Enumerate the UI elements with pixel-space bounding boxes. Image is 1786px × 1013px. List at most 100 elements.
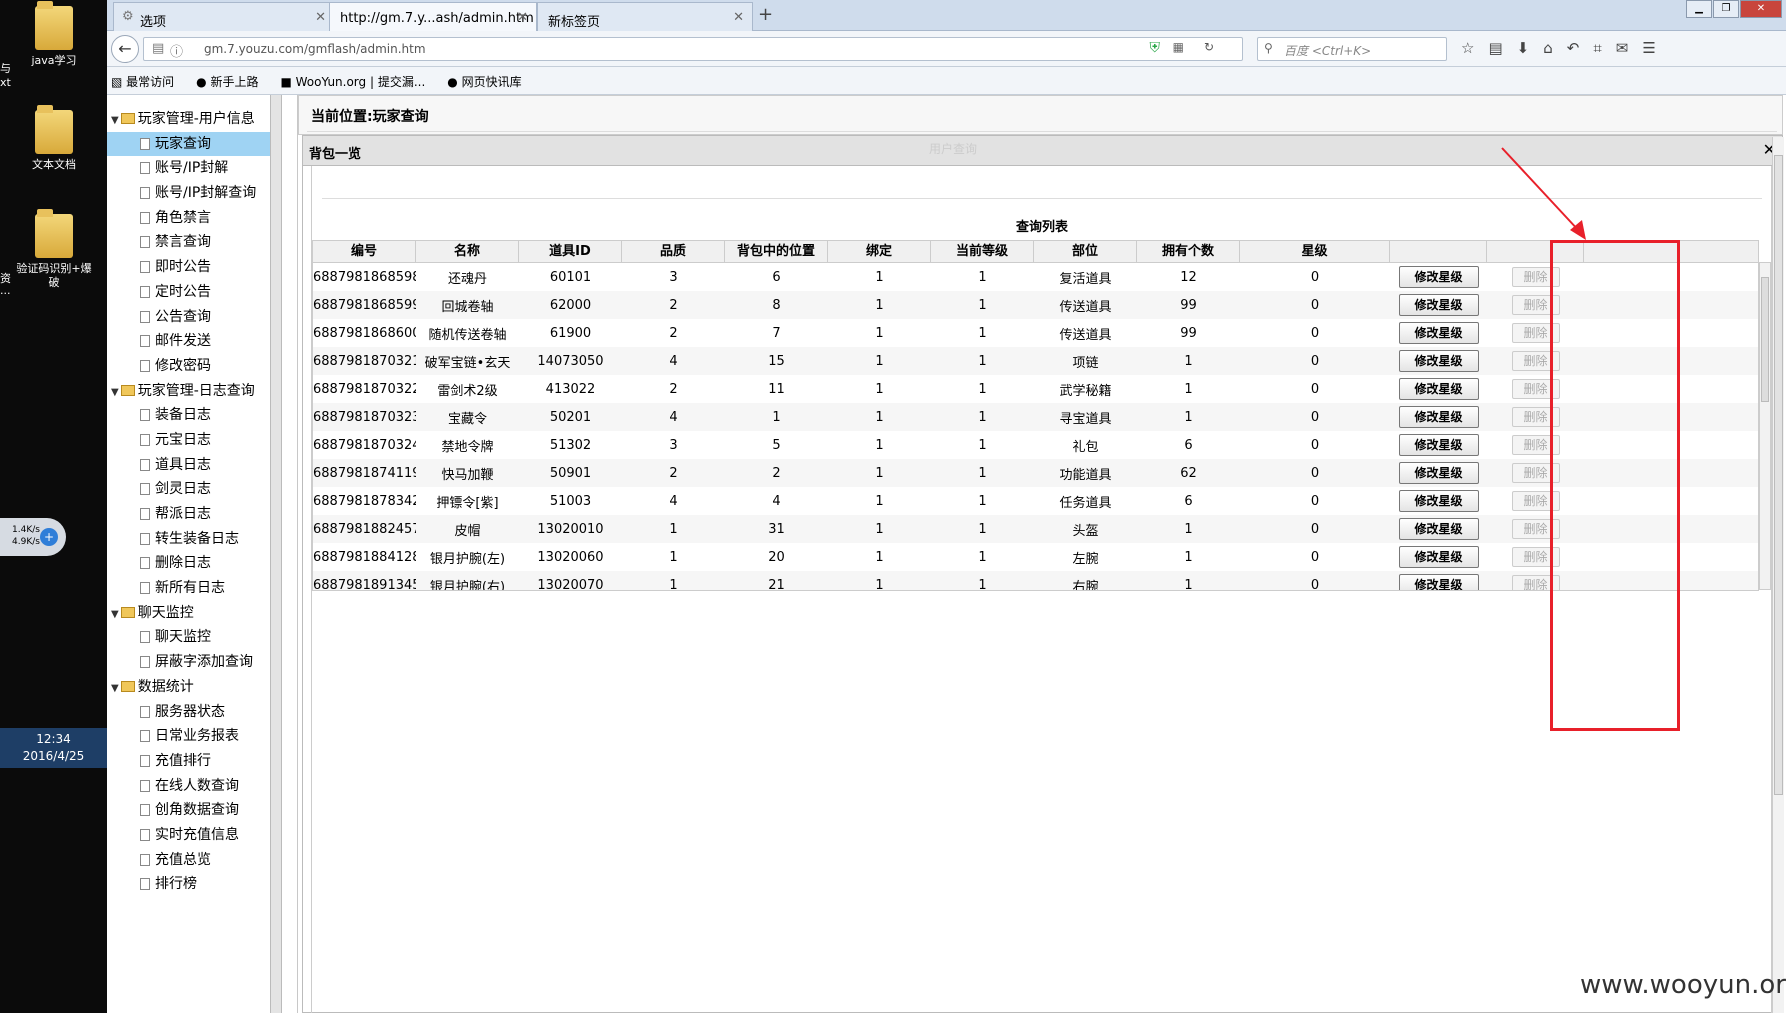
reload-icon[interactable]: ↻	[1204, 40, 1214, 54]
tab-admin[interactable]: http://gm.7.y...ash/admin.htm ✕	[329, 2, 537, 31]
bookmark-web-slices[interactable]: ● 网页快讯库	[447, 73, 521, 94]
tab-newtab[interactable]: 新标签页 ✕	[537, 2, 753, 31]
scrollbar-thumb[interactable]	[1774, 155, 1783, 795]
desktop-folder-java[interactable]: java学习	[14, 1, 94, 68]
frame-splitter[interactable]	[282, 95, 294, 1013]
tree-item[interactable]: 删除日志	[107, 551, 270, 576]
edit-star-button[interactable]: 修改星级	[1398, 574, 1479, 590]
edit-star-button[interactable]: 修改星级	[1398, 266, 1479, 288]
home-icon[interactable]: ⌂	[1543, 39, 1553, 57]
edit-star-button[interactable]: 修改星级	[1398, 322, 1479, 344]
edit-star-button[interactable]: 修改星级	[1398, 294, 1479, 316]
tree-item[interactable]: 排行榜	[107, 872, 270, 897]
tree-item[interactable]: 邮件发送	[107, 329, 270, 354]
bookmark-wooyun[interactable]: ■ WooYun.org | 提交漏...	[280, 73, 425, 94]
download-icon[interactable]: ⬇	[1517, 39, 1530, 57]
tree-folder[interactable]: ▼ 数据统计	[107, 675, 270, 700]
tree-item[interactable]: 新所有日志	[107, 576, 270, 601]
edit-star-button[interactable]: 修改星级	[1398, 434, 1479, 456]
maximize-button[interactable]: ❐	[1713, 0, 1739, 18]
tree-item[interactable]: 充值总览	[107, 848, 270, 873]
tree-scrollbar[interactable]	[270, 95, 282, 1013]
tree-item[interactable]: 修改密码	[107, 354, 270, 379]
table-cell: 0	[1310, 577, 1320, 591]
tree-item[interactable]: 账号/IP封解查询	[107, 181, 270, 206]
tree-item[interactable]: 转生装备日志	[107, 527, 270, 552]
scrollbar-thumb[interactable]	[1761, 277, 1769, 402]
tab-bar: ⚙ 选项 ✕ http://gm.7.y...ash/admin.htm ✕ 新…	[107, 0, 1786, 31]
minimize-button[interactable]: ▁	[1686, 0, 1712, 18]
table-cell: 银月护腕(右)	[429, 579, 506, 591]
edit-star-button[interactable]: 修改星级	[1398, 378, 1479, 400]
table-cell: 传送道具	[1059, 327, 1112, 343]
edit-star-button[interactable]: 修改星级	[1398, 546, 1479, 568]
search-input[interactable]: ⚲ 百度 <Ctrl+K>	[1257, 37, 1447, 61]
tree-item[interactable]: 帮派日志	[107, 502, 270, 527]
page-scrollbar[interactable]	[1772, 137, 1784, 1013]
tree-item[interactable]: 道具日志	[107, 453, 270, 478]
menu-icon[interactable]: ☰	[1642, 39, 1655, 57]
qr-code-icon[interactable]: ▦	[1173, 40, 1184, 54]
tree-item[interactable]: 公告查询	[107, 305, 270, 330]
tree-folder[interactable]: ▼ 聊天监控	[107, 601, 270, 626]
back-button[interactable]: ←	[111, 35, 139, 63]
tree-item[interactable]: 日常业务报表	[107, 724, 270, 749]
tree-item[interactable]: 聊天监控	[107, 625, 270, 650]
desktop-edge-text: xt	[0, 76, 11, 89]
edit-star-button[interactable]: 修改星级	[1398, 518, 1479, 540]
network-speed-widget[interactable]: 1.4K/s 4.9K/s +	[0, 518, 66, 556]
tree-item[interactable]: 定时公告	[107, 280, 270, 305]
close-icon[interactable]: ✕	[517, 10, 528, 25]
tree-item[interactable]: 在线人数查询	[107, 774, 270, 799]
chevron-down-icon[interactable]: ▼	[111, 683, 119, 694]
table-scrollbar[interactable]	[1759, 262, 1771, 590]
bookmark-most-visited[interactable]: ▧ 最常访问	[111, 73, 174, 94]
close-icon[interactable]: ✕	[315, 10, 326, 25]
tab-options[interactable]: ⚙ 选项 ✕	[113, 2, 335, 31]
tree-item[interactable]: 屏蔽字添加查询	[107, 650, 270, 675]
tree-item[interactable]: 账号/IP封解	[107, 156, 270, 181]
star-icon[interactable]: ☆	[1461, 39, 1474, 57]
tree-item[interactable]: 角色禁言	[107, 206, 270, 231]
tree-item[interactable]: 元宝日志	[107, 428, 270, 453]
chevron-down-icon[interactable]: ▼	[111, 115, 119, 126]
url-bar[interactable]: ▤ ⓘ gm.7.youzu.com/gmflash/admin.htm ⛨ ▦…	[143, 37, 1243, 61]
tree-item[interactable]: 装备日志	[107, 403, 270, 428]
tree-folder[interactable]: ▼ 玩家管理-用户信息	[107, 107, 270, 132]
undo-icon[interactable]: ↶	[1567, 39, 1580, 57]
chevron-down-icon[interactable]: ▼	[111, 387, 119, 398]
reading-list-icon[interactable]: ▤	[1488, 39, 1502, 57]
nav-bar: ← ▤ ⓘ gm.7.youzu.com/gmflash/admin.htm ⛨…	[107, 31, 1786, 67]
shield-icon[interactable]: ⛨	[1150, 40, 1161, 56]
new-tab-plus-icon[interactable]: +	[758, 4, 773, 25]
desktop-folder-text[interactable]: 文本文档	[14, 105, 94, 172]
tree-item[interactable]: 剑灵日志	[107, 477, 270, 502]
crop-icon[interactable]: ⌗	[1593, 39, 1601, 57]
chat-icon[interactable]: ✉	[1616, 39, 1629, 57]
window-close-button[interactable]: ✕	[1740, 0, 1782, 18]
close-icon[interactable]: ✕	[733, 10, 744, 25]
tree-item[interactable]: 即时公告	[107, 255, 270, 280]
edit-star-button[interactable]: 修改星级	[1398, 490, 1479, 512]
edit-star-button[interactable]: 修改星级	[1398, 350, 1479, 372]
tree-item[interactable]: 玩家查询	[107, 131, 270, 157]
info-icon[interactable]: ⓘ	[170, 41, 183, 60]
tree-label: 元宝日志	[155, 431, 211, 448]
table-cell: 0	[1310, 381, 1320, 397]
table-cell: 6887981868600	[313, 325, 416, 341]
desktop-edge-text: 与	[0, 62, 11, 75]
taskbar-clock[interactable]: 12:34 2016/4/25	[0, 728, 107, 768]
tree-item[interactable]: 服务器状态	[107, 700, 270, 725]
bookmark-getting-started[interactable]: ● 新手上路	[196, 73, 258, 94]
tree-item[interactable]: 创角数据查询	[107, 798, 270, 823]
desktop-folder-captcha[interactable]: 验证码识别+爆破	[14, 209, 94, 290]
tree-item[interactable]: 充值排行	[107, 749, 270, 774]
edit-star-button[interactable]: 修改星级	[1398, 462, 1479, 484]
chevron-down-icon[interactable]: ▼	[111, 609, 119, 620]
table-cell: 3	[669, 437, 678, 453]
tree-folder[interactable]: ▼ 玩家管理-日志查询	[107, 379, 270, 404]
tree-label: 数据统计	[137, 678, 194, 695]
tree-item[interactable]: 实时充值信息	[107, 823, 270, 848]
tree-item[interactable]: 禁言查询	[107, 230, 270, 255]
edit-star-button[interactable]: 修改星级	[1398, 406, 1479, 428]
